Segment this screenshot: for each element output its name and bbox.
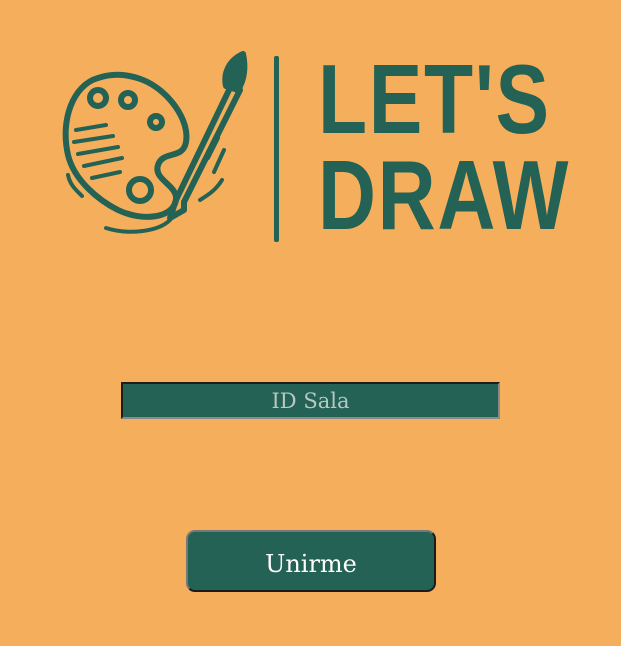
app-logo: LET'S DRAW — [58, 50, 568, 250]
logo-line-2: DRAW — [318, 140, 571, 250]
logo-line-1: LET'S — [318, 44, 551, 154]
join-button[interactable]: Unirme — [186, 530, 436, 592]
room-id-input[interactable] — [121, 382, 500, 419]
logo-wordmark: LET'S DRAW — [308, 50, 568, 250]
logo-divider — [274, 56, 279, 242]
palette-brush-icon — [62, 51, 248, 234]
